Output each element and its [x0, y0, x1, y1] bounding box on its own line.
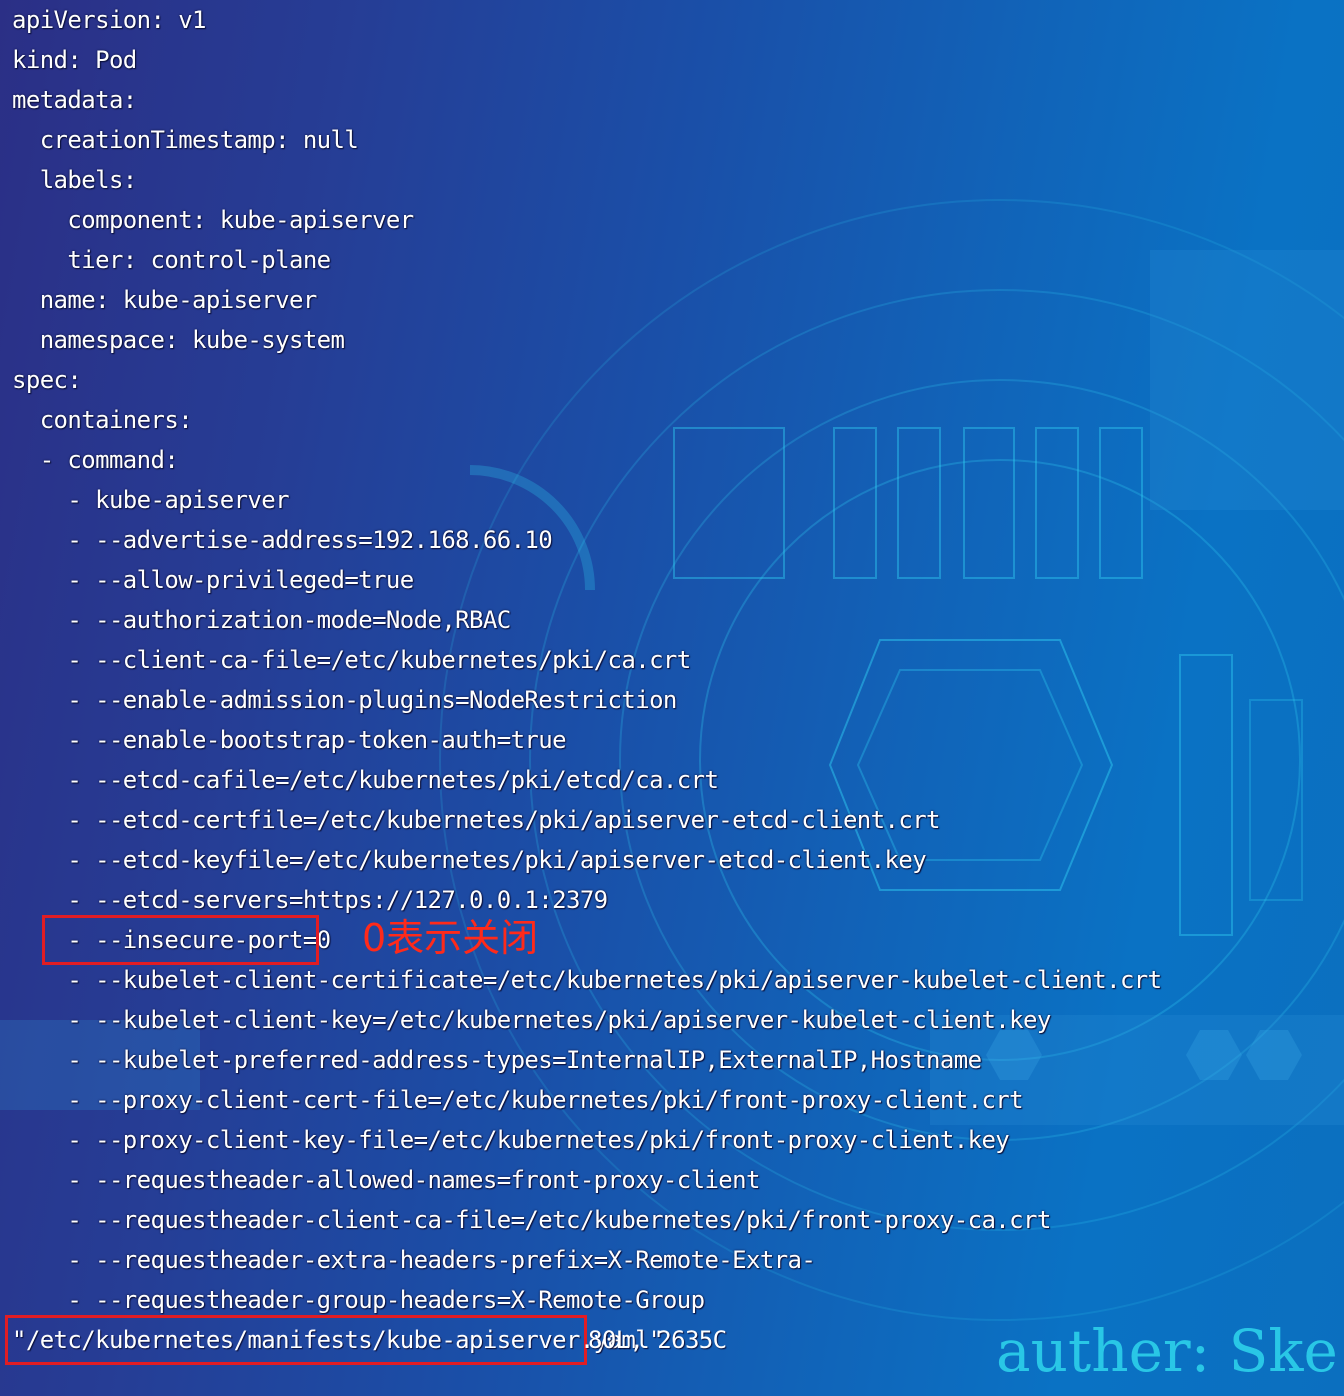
- author-watermark: auther: Ske: [996, 1317, 1338, 1385]
- editor-line: - --allow-privileged=true: [12, 566, 414, 594]
- editor-line: - --enable-admission-plugins=NodeRestric…: [12, 686, 677, 714]
- editor-line: containers:: [12, 406, 193, 434]
- editor-line: name: kube-apiserver: [12, 286, 318, 314]
- editor-line: - --etcd-servers=https://127.0.0.1:2379: [12, 886, 608, 914]
- editor-line: - --client-ca-file=/etc/kubernetes/pki/c…: [12, 646, 691, 674]
- editor-line: - --etcd-cafile=/etc/kubernetes/pki/etcd…: [12, 766, 719, 794]
- insecure-port-highlight-box: [42, 915, 319, 965]
- editor-line: - --authorization-mode=Node,RBAC: [12, 606, 511, 634]
- editor-line: creationTimestamp: null: [12, 126, 359, 154]
- status-bar-filename: "/etc/kubernetes/manifests/kube-apiserve…: [12, 1326, 664, 1354]
- editor-line: - --requestheader-client-ca-file=/etc/ku…: [12, 1206, 1051, 1234]
- editor-line: spec:: [12, 366, 82, 394]
- editor-line: - --proxy-client-cert-file=/etc/kubernet…: [12, 1086, 1023, 1114]
- editor-line: metadata:: [12, 86, 137, 114]
- editor-line: labels:: [12, 166, 138, 194]
- editor-line: apiVersion: v1: [12, 6, 206, 34]
- editor-line: - kube-apiserver: [12, 486, 289, 514]
- editor-line: component: kube-apiserver: [12, 206, 414, 234]
- editor-line: - --requestheader-allowed-names=front-pr…: [12, 1166, 760, 1194]
- status-bar-file-info: 80L, 2635C: [588, 1326, 727, 1354]
- editor-line: kind: Pod: [12, 46, 137, 74]
- editor-line: - command:: [12, 446, 179, 474]
- insecure-port-annotation: 0表示关闭: [362, 916, 539, 960]
- vim-editor-buffer[interactable]: apiVersion: v1 kind: Pod metadata: creatio…: [12, 0, 1332, 1320]
- editor-line: - --kubelet-preferred-address-types=Inte…: [12, 1046, 982, 1074]
- editor-line: - --advertise-address=192.168.66.10: [12, 526, 553, 554]
- editor-line: - --requestheader-extra-headers-prefix=X…: [12, 1246, 816, 1274]
- editor-line: - --kubelet-client-key=/etc/kubernetes/p…: [12, 1006, 1051, 1034]
- editor-line: - --requestheader-group-headers=X-Remote…: [12, 1286, 705, 1314]
- editor-line: - --etcd-certfile=/etc/kubernetes/pki/ap…: [12, 806, 940, 834]
- editor-line: - --kubelet-client-certificate=/etc/kube…: [12, 966, 1162, 994]
- editor-line: namespace: kube-system: [12, 326, 345, 354]
- editor-line: - --proxy-client-key-file=/etc/kubernete…: [12, 1126, 1010, 1154]
- editor-line: - --enable-bootstrap-token-auth=true: [12, 726, 566, 754]
- editor-line: tier: control-plane: [12, 246, 331, 274]
- editor-line: - --etcd-keyfile=/etc/kubernetes/pki/api…: [12, 846, 927, 874]
